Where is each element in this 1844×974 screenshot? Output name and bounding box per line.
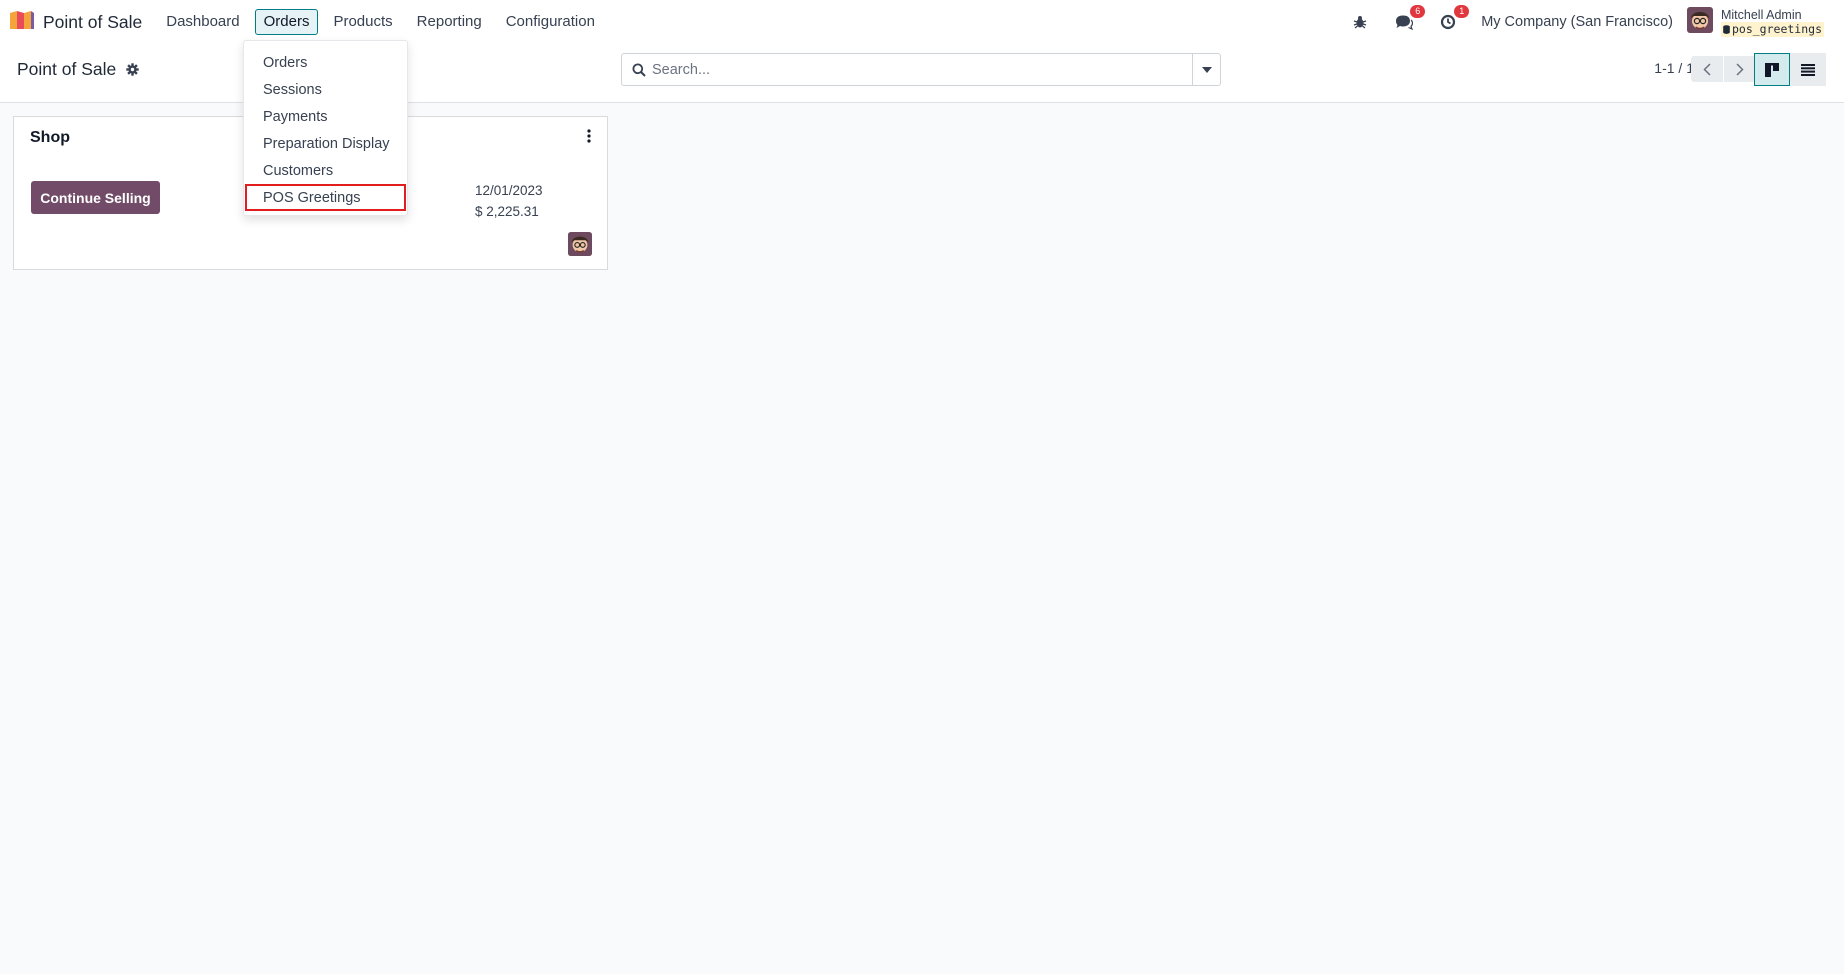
dropdown-item-payments[interactable]: Payments [244, 103, 407, 130]
top-navbar: Point of Sale Dashboard Orders Products … [0, 0, 1844, 44]
breadcrumb: Point of Sale [17, 59, 139, 80]
user-info: Mitchell Admin pos_greetings [1720, 7, 1824, 37]
pager-buttons [1690, 56, 1756, 82]
list-icon [1801, 63, 1815, 76]
avatar [1686, 6, 1713, 38]
orders-dropdown-menu: Orders Sessions Payments Preparation Dis… [243, 40, 408, 216]
dropdown-item-preparation-display[interactable]: Preparation Display [244, 130, 407, 157]
page-title: Point of Sale [17, 59, 117, 79]
chevron-left-icon [1703, 62, 1711, 76]
user-name: Mitchell Admin [1720, 7, 1802, 22]
kanban-view-button[interactable] [1754, 53, 1790, 86]
app-brand[interactable]: Point of Sale [9, 0, 142, 44]
pager-next-button[interactable] [1724, 56, 1756, 82]
pager-previous-button[interactable] [1691, 56, 1723, 82]
dropdown-item-customers[interactable]: Customers [244, 157, 407, 184]
pos-app-icon [9, 10, 35, 35]
database-name: pos_greetings [1720, 21, 1824, 37]
database-label: pos_greetings [1731, 21, 1822, 36]
last-session-date: 12/01/2023 [475, 183, 543, 198]
menu-reporting[interactable]: Reporting [408, 9, 491, 35]
menu-configuration[interactable]: Configuration [497, 9, 604, 35]
chat-icon[interactable]: 6 [1393, 5, 1426, 33]
database-icon [1723, 24, 1730, 34]
caret-down-icon [1201, 66, 1212, 73]
main-menu: Dashboard Orders Products Reporting Conf… [154, 9, 607, 35]
menu-orders[interactable]: Orders [254, 9, 319, 35]
search-options-toggle[interactable] [1192, 54, 1220, 85]
search-bar [621, 53, 1221, 86]
systray: 6 1 My Company (San Francisco) Mitchell … [1349, 0, 1844, 44]
kanban-icon [1765, 62, 1779, 77]
app-title: Point of Sale [43, 11, 143, 32]
list-view-button[interactable] [1790, 53, 1826, 86]
activity-badge: 1 [1454, 5, 1470, 18]
dropdown-item-sessions[interactable]: Sessions [244, 76, 407, 103]
clock-icon[interactable]: 1 [1437, 5, 1470, 33]
search-input[interactable] [646, 54, 1192, 85]
chevron-right-icon [1736, 62, 1744, 76]
menu-products[interactable]: Products [324, 9, 401, 35]
responsible-avatar [568, 232, 592, 261]
messages-badge: 6 [1410, 5, 1426, 18]
gear-icon[interactable] [126, 63, 139, 76]
card-title: Shop [30, 129, 70, 146]
menu-dashboard[interactable]: Dashboard [157, 9, 248, 35]
company-switcher[interactable]: My Company (San Francisco) [1481, 14, 1673, 30]
bug-icon[interactable] [1349, 11, 1371, 33]
last-session-amount: $ 2,225.31 [475, 204, 539, 219]
view-switcher [1754, 53, 1826, 86]
continue-selling-button[interactable]: Continue Selling [31, 181, 160, 214]
search-icon [622, 54, 646, 85]
dropdown-item-orders[interactable]: Orders [244, 49, 407, 76]
pager-value[interactable]: 1-1 / 1 [1654, 60, 1694, 76]
dropdown-item-pos-greetings[interactable]: POS Greetings [245, 184, 406, 211]
user-menu[interactable]: Mitchell Admin pos_greetings [1686, 6, 1824, 38]
kebab-menu-icon[interactable] [585, 129, 593, 145]
